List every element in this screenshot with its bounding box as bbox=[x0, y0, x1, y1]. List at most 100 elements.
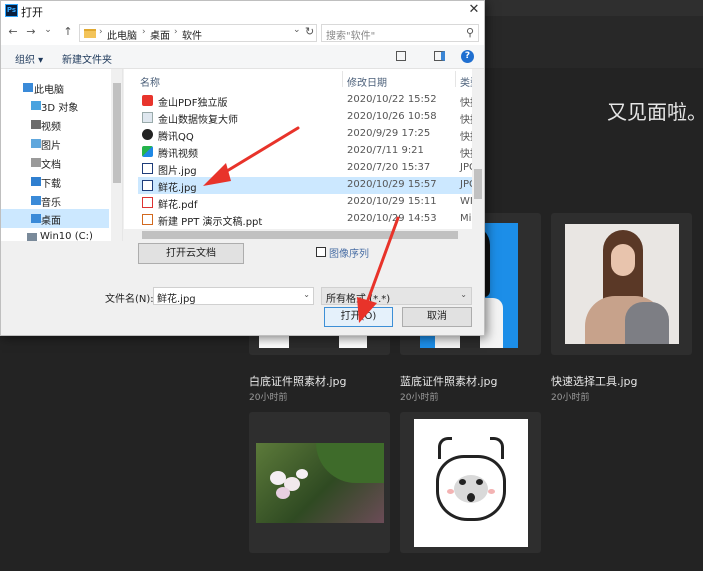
cancel-button[interactable]: 取消 bbox=[402, 307, 472, 327]
column-divider bbox=[455, 71, 456, 87]
file-name: 腾讯QQ bbox=[158, 132, 194, 143]
nav-item-drive-c[interactable]: Win10 (C:) bbox=[1, 228, 109, 241]
nav-scrollbar[interactable] bbox=[111, 69, 122, 241]
file-row[interactable]: 腾讯视频 2020/7/11 9:21 快捷 bbox=[138, 143, 480, 160]
breadcrumb-separator: › bbox=[174, 27, 178, 37]
nav-item-label: 3D 对象 bbox=[41, 103, 79, 114]
breadcrumb-desktop[interactable]: 桌面 bbox=[150, 27, 170, 42]
file-row[interactable]: 金山PDF独立版 2020/10/22 15:52 快捷 bbox=[138, 92, 480, 109]
pictures-folder-icon bbox=[31, 139, 41, 148]
new-folder-button[interactable]: 新建文件夹 bbox=[62, 51, 112, 66]
documents-folder-icon bbox=[31, 158, 41, 167]
nav-item-label: 图片 bbox=[41, 141, 61, 152]
file-type-filter-select[interactable]: 所有格式 (*.*) ⌄ bbox=[321, 287, 472, 305]
address-dropdown-chevron-icon[interactable]: ⌄ bbox=[293, 25, 301, 35]
file-name: 腾讯视频 bbox=[158, 149, 198, 160]
file-date: 2020/7/20 15:37 bbox=[347, 162, 431, 173]
navigation-pane: 此电脑 3D 对象 视频 图片 文档 下载 音乐 桌面 Win10 (C:) bbox=[1, 69, 123, 241]
file-row[interactable]: 图片.jpg 2020/7/20 15:37 JPG bbox=[138, 160, 477, 177]
recent-file-card[interactable] bbox=[249, 412, 390, 553]
file-list-vertical-scrollbar[interactable] bbox=[472, 69, 484, 229]
recent-file-time: 20小时前 bbox=[249, 393, 288, 403]
file-list: 名称 修改日期 类型 金山PDF独立版 2020/10/22 15:52 快捷 … bbox=[124, 69, 484, 241]
ppt-file-icon bbox=[142, 214, 153, 225]
file-name-input[interactable]: 鲜花.jpg ⌄ bbox=[153, 287, 314, 305]
file-name: 图片.jpg bbox=[158, 166, 197, 177]
nav-item-videos[interactable]: 视频 bbox=[1, 115, 109, 134]
video-folder-icon bbox=[31, 120, 41, 129]
recent-file-thumbnail bbox=[414, 419, 528, 547]
3d-objects-icon bbox=[31, 101, 41, 110]
photoshop-app-icon: Ps bbox=[5, 4, 18, 17]
column-divider bbox=[342, 71, 343, 87]
file-row[interactable]: 腾讯QQ 2020/9/29 17:25 快捷 bbox=[138, 126, 480, 143]
welcome-text: 又见面啦。 bbox=[607, 100, 703, 124]
recent-file-time: 20小时前 bbox=[551, 393, 590, 403]
video-app-icon bbox=[142, 146, 153, 157]
dialog-title: 打开 bbox=[21, 6, 43, 19]
file-name: 鲜花.pdf bbox=[158, 200, 198, 211]
image-file-icon bbox=[142, 163, 153, 174]
file-row[interactable]: 金山数据恢复大师 2020/10/26 10:58 快捷 bbox=[138, 109, 480, 126]
nav-item-documents[interactable]: 文档 bbox=[1, 153, 109, 172]
file-date: 2020/7/11 9:21 bbox=[347, 145, 424, 156]
up-folder-arrow-icon[interactable]: ↑ bbox=[62, 25, 74, 38]
breadcrumb-this-pc[interactable]: 此电脑 bbox=[107, 27, 137, 42]
qq-icon bbox=[142, 129, 153, 140]
recent-file-name: 白底证件照素材.jpg bbox=[249, 375, 347, 388]
recent-file-card[interactable] bbox=[551, 213, 692, 355]
file-row-selected[interactable]: 鲜花.jpg 2020/10/29 15:57 JPG bbox=[138, 177, 477, 194]
shortcut-icon bbox=[142, 112, 153, 123]
chevron-down-icon[interactable]: ⌄ bbox=[303, 290, 310, 299]
forward-arrow-icon[interactable]: → bbox=[25, 25, 37, 38]
file-type: WI bbox=[460, 196, 473, 207]
nav-item-music[interactable]: 音乐 bbox=[1, 191, 109, 210]
folder-icon bbox=[84, 29, 96, 38]
nav-item-3d-objects[interactable]: 3D 对象 bbox=[1, 96, 109, 115]
column-header-name[interactable]: 名称 bbox=[140, 74, 160, 89]
downloads-folder-icon bbox=[31, 177, 41, 186]
recent-file-thumbnail bbox=[565, 224, 679, 344]
nav-scrollbar-thumb[interactable] bbox=[113, 83, 121, 183]
file-name: 金山PDF独立版 bbox=[158, 98, 228, 109]
vertical-scrollbar-thumb[interactable] bbox=[474, 169, 482, 199]
nav-item-pictures[interactable]: 图片 bbox=[1, 134, 109, 153]
image-sequence-label: 图像序列 bbox=[329, 249, 369, 260]
recent-file-card[interactable] bbox=[400, 412, 541, 553]
computer-icon bbox=[23, 83, 33, 92]
breadcrumb-software[interactable]: 软件 bbox=[182, 27, 202, 42]
nav-item-desktop[interactable]: 桌面 bbox=[1, 209, 109, 228]
desktop-folder-icon bbox=[31, 214, 41, 223]
nav-item-downloads[interactable]: 下载 bbox=[1, 172, 109, 191]
refresh-icon[interactable]: ↻ bbox=[305, 25, 314, 38]
address-bar[interactable]: › 此电脑 › 桌面 › 软件 bbox=[79, 24, 317, 42]
breadcrumb-separator: › bbox=[99, 27, 103, 37]
organize-menu[interactable]: 组织 ▾ bbox=[15, 51, 43, 66]
chevron-down-icon: ⌄ bbox=[460, 290, 467, 299]
nav-item-this-pc[interactable]: 此电脑 bbox=[1, 78, 109, 97]
nav-item-label: 文档 bbox=[41, 160, 61, 171]
open-button[interactable]: 打开(O) bbox=[324, 307, 393, 327]
search-input[interactable]: 搜索"软件" ⚲ bbox=[321, 24, 479, 42]
close-button[interactable]: ✕ bbox=[467, 2, 481, 18]
recent-locations-chevron-icon[interactable]: ⌄ bbox=[42, 25, 54, 35]
back-arrow-icon[interactable]: ← bbox=[7, 25, 19, 38]
view-options-icon[interactable] bbox=[396, 51, 406, 61]
file-list-horizontal-scrollbar[interactable] bbox=[124, 229, 484, 241]
file-name-label: 文件名(N): bbox=[105, 294, 154, 305]
nav-item-label: Win10 (C:) bbox=[40, 231, 93, 241]
column-header-modified[interactable]: 修改日期 bbox=[347, 74, 387, 89]
horizontal-scrollbar-thumb[interactable] bbox=[142, 231, 458, 239]
dialog-title-bar: Ps 打开 ✕ bbox=[1, 1, 484, 21]
file-name: 新建 PPT 演示文稿.ppt bbox=[158, 217, 263, 228]
preview-pane-icon[interactable] bbox=[434, 51, 445, 61]
file-date: 2020/9/29 17:25 bbox=[347, 128, 431, 139]
file-row[interactable]: 新建 PPT 演示文稿.ppt 2020/10/29 14:53 Mi bbox=[138, 211, 474, 228]
file-date: 2020/10/29 14:53 bbox=[347, 213, 437, 224]
search-placeholder: 搜索"软件" bbox=[326, 31, 376, 42]
open-cloud-document-button[interactable]: 打开云文档 bbox=[138, 243, 244, 264]
pdf-app-icon bbox=[142, 95, 153, 106]
image-sequence-checkbox[interactable] bbox=[316, 247, 326, 257]
help-icon[interactable]: ? bbox=[461, 50, 474, 63]
file-row[interactable]: 鲜花.pdf 2020/10/29 15:11 WI bbox=[138, 194, 474, 211]
